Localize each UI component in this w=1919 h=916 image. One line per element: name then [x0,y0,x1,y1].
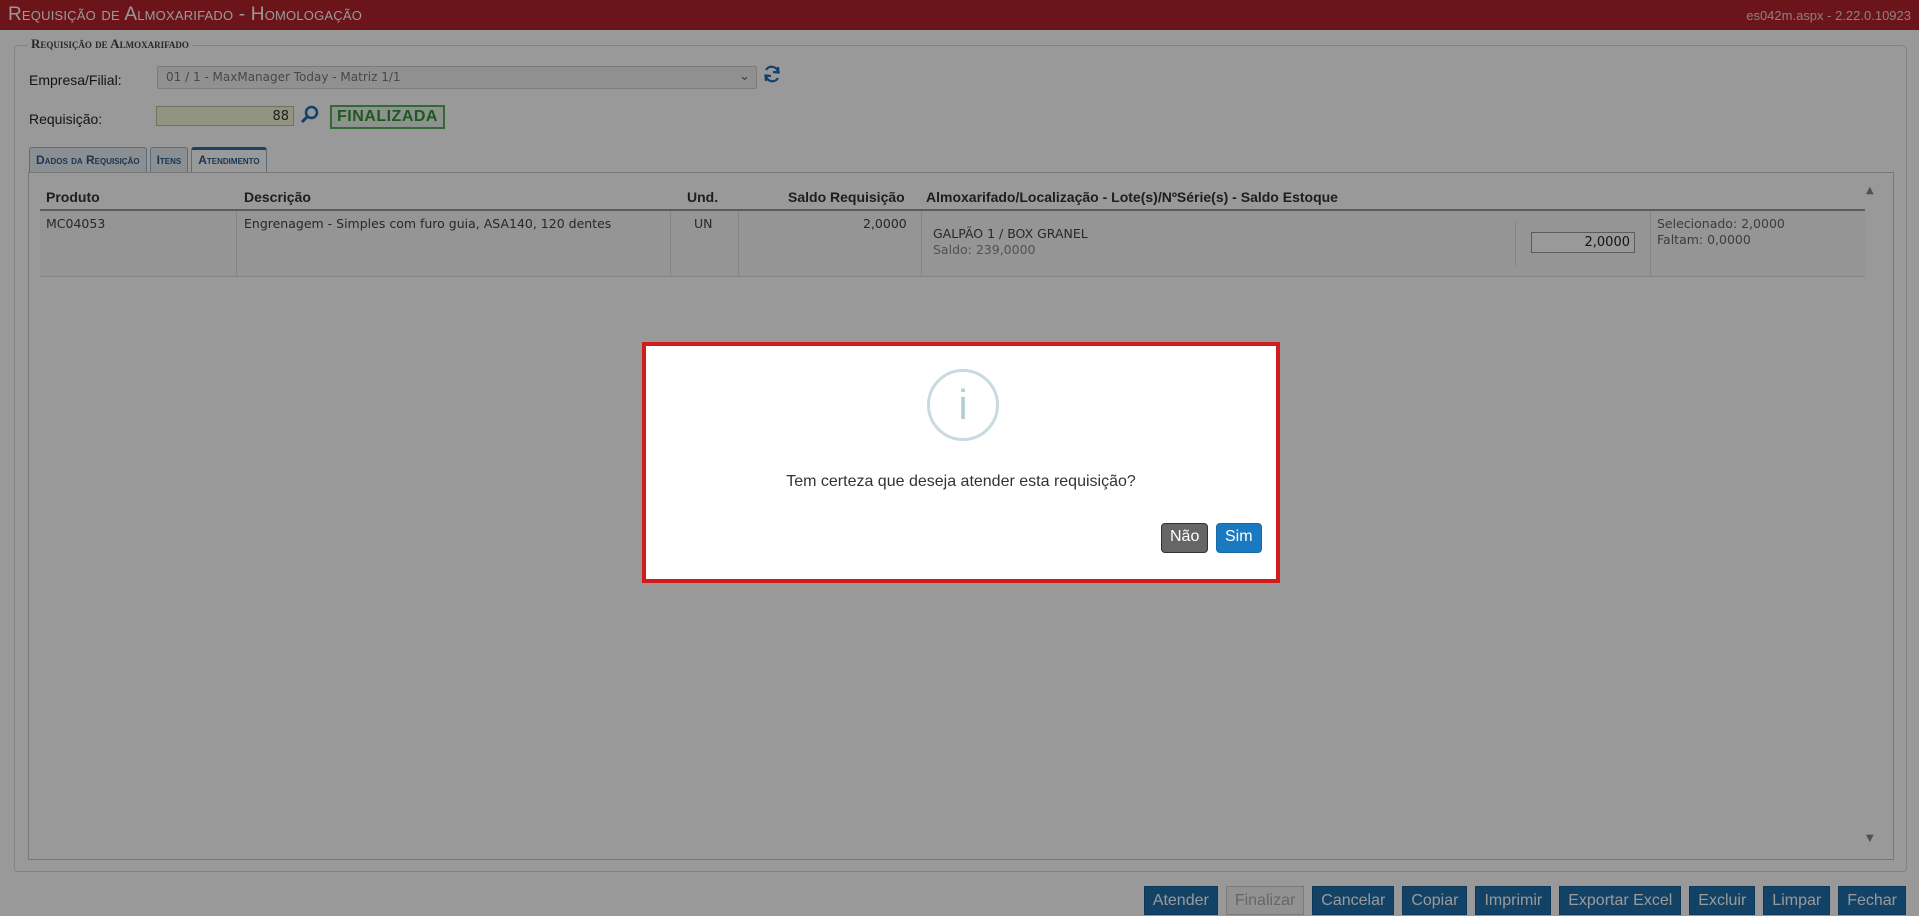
info-icon: i [927,369,999,441]
dialog-message: Tem certeza que deseja atender esta requ… [786,473,1136,490]
confirm-dialog: i Tem certeza que deseja atender esta re… [642,342,1280,583]
no-button[interactable]: Não [1161,523,1209,553]
yes-button[interactable]: Sim [1216,523,1262,553]
